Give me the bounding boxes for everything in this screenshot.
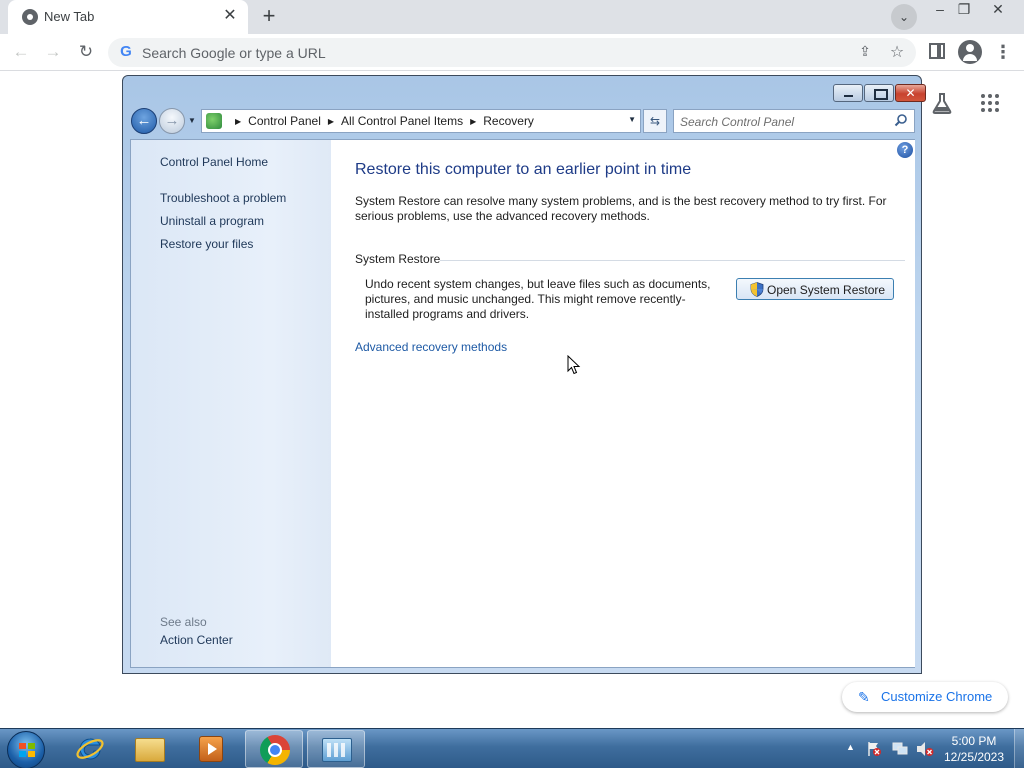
system-restore-heading: System Restore bbox=[355, 252, 441, 266]
network-icon[interactable] bbox=[892, 741, 908, 757]
tab-title: New Tab bbox=[44, 9, 95, 24]
system-clock[interactable]: 5:00 PM 12/25/2023 bbox=[936, 733, 1012, 765]
control-panel-home-link[interactable]: Control Panel Home bbox=[160, 155, 268, 169]
google-apps-icon[interactable] bbox=[981, 94, 999, 112]
search-icon[interactable] bbox=[894, 113, 908, 127]
start-button[interactable] bbox=[7, 731, 45, 768]
chrome-toolbar: ← → ↻ G Search Google or type a URL ⇪ ☆ … bbox=[0, 34, 1024, 71]
new-tab-button[interactable]: + bbox=[256, 4, 282, 30]
folder-icon bbox=[135, 738, 165, 762]
address-dropdown-icon[interactable]: ▼ bbox=[628, 115, 636, 124]
control-panel-task-icon bbox=[322, 738, 352, 762]
tab-search-button[interactable]: ⌄ bbox=[891, 4, 917, 30]
taskbar-google-chrome[interactable] bbox=[245, 730, 303, 768]
forward-arrow-icon[interactable]: → bbox=[41, 40, 65, 64]
window-maximize-button[interactable] bbox=[864, 84, 894, 102]
windows-taskbar: ▲ 5:00 PM 12/25/2023 bbox=[0, 728, 1024, 768]
action-center-flag-icon[interactable] bbox=[866, 741, 882, 757]
breadcrumb-item[interactable]: Control Panel bbox=[248, 114, 321, 128]
minimize-icon[interactable]: – bbox=[927, 0, 953, 18]
explorer-back-button[interactable]: ← bbox=[131, 108, 157, 134]
windows-logo-icon bbox=[19, 743, 35, 757]
intro-text: System Restore can resolve many system p… bbox=[355, 194, 887, 223]
breadcrumb-chevron-icon[interactable]: ▶ bbox=[328, 117, 334, 126]
search-input[interactable] bbox=[680, 114, 880, 130]
media-player-icon bbox=[199, 736, 223, 762]
breadcrumb: ▶ Control Panel ▶ All Control Panel Items ▶ R… bbox=[228, 114, 534, 128]
section-divider bbox=[440, 260, 905, 261]
help-icon[interactable]: ? bbox=[897, 142, 913, 158]
customize-chrome-button[interactable]: ✎ Customize Chrome bbox=[842, 682, 1008, 712]
pencil-icon: ✎ bbox=[858, 689, 870, 705]
chrome-favicon-icon bbox=[22, 9, 38, 25]
back-arrow-icon[interactable]: ← bbox=[9, 40, 33, 64]
clock-time: 5:00 PM bbox=[951, 734, 997, 748]
customize-chrome-label: Customize Chrome bbox=[881, 689, 993, 704]
reload-icon[interactable]: ↻ bbox=[74, 40, 98, 64]
open-system-restore-label: Open System Restore bbox=[767, 283, 886, 297]
window-minimize-button[interactable] bbox=[833, 84, 863, 102]
refresh-icon[interactable]: ⇆ bbox=[643, 109, 667, 133]
advanced-recovery-methods-link[interactable]: Advanced recovery methods bbox=[355, 340, 507, 354]
chrome-labs-flask-icon[interactable] bbox=[931, 92, 953, 114]
control-panel-content: Control Panel Home Troubleshoot a proble… bbox=[130, 139, 915, 668]
page-title: Restore this computer to an earlier poin… bbox=[355, 161, 692, 178]
task-link-restore-files[interactable]: Restore your files bbox=[160, 237, 253, 251]
recent-pages-dropdown-icon[interactable]: ▼ bbox=[188, 116, 198, 126]
breadcrumb-chevron-icon[interactable]: ▶ bbox=[235, 117, 241, 126]
breadcrumb-chevron-icon[interactable]: ▶ bbox=[470, 117, 476, 126]
task-pane: Control Panel Home Troubleshoot a proble… bbox=[131, 140, 331, 667]
share-icon[interactable]: ⇪ bbox=[856, 43, 874, 61]
bookmark-star-icon[interactable]: ☆ bbox=[888, 42, 906, 61]
clock-date: 12/25/2023 bbox=[943, 750, 1005, 764]
google-chrome-icon bbox=[260, 735, 290, 765]
system-restore-description: Undo recent system changes, but leave fi… bbox=[365, 277, 711, 321]
control-panel-icon bbox=[206, 113, 222, 129]
restore-icon[interactable]: ❐ bbox=[951, 0, 977, 18]
omnibox[interactable]: G Search Google or type a URL ⇪ ☆ bbox=[108, 38, 916, 67]
task-link-uninstall[interactable]: Uninstall a program bbox=[160, 214, 264, 228]
explorer-address-row: ← → ▼ ▶ Control Panel ▶ All Control Panel I… bbox=[131, 108, 915, 134]
close-window-icon[interactable]: ✕ bbox=[985, 0, 1011, 18]
window-close-button[interactable]: ✕ bbox=[895, 84, 926, 102]
task-link-troubleshoot[interactable]: Troubleshoot a problem bbox=[160, 191, 286, 205]
show-hidden-icons-icon[interactable]: ▲ bbox=[846, 742, 856, 752]
search-control-panel-field[interactable] bbox=[673, 109, 915, 133]
omnibox-placeholder: Search Google or type a URL bbox=[142, 45, 326, 61]
breadcrumb-item[interactable]: All Control Panel Items bbox=[341, 114, 463, 128]
chrome-tab-strip: New Tab ✕ + ⌄ – ❐ ✕ bbox=[0, 0, 1024, 34]
taskbar-control-panel[interactable] bbox=[307, 730, 365, 768]
address-bar[interactable]: ▶ Control Panel ▶ All Control Panel Items ▶ R… bbox=[201, 109, 641, 133]
taskbar-internet-explorer[interactable] bbox=[60, 730, 118, 768]
internet-explorer-icon bbox=[76, 738, 104, 760]
chrome-menu-icon[interactable]: ⋮ bbox=[994, 42, 1012, 62]
see-also-heading: See also bbox=[160, 615, 207, 629]
profile-avatar-icon[interactable] bbox=[958, 40, 982, 64]
open-system-restore-button[interactable]: Open System Restore bbox=[736, 278, 894, 300]
taskbar-windows-explorer[interactable] bbox=[121, 730, 179, 768]
show-desktop-button[interactable] bbox=[1014, 729, 1024, 768]
tab-new-tab[interactable]: New Tab ✕ bbox=[8, 0, 248, 34]
side-panel-icon[interactable] bbox=[929, 43, 945, 59]
google-g-icon: G bbox=[120, 43, 132, 60]
explorer-forward-button[interactable]: → bbox=[159, 108, 185, 134]
control-panel-window: ✕ ← → ▼ ▶ Control Panel ▶ All Control Panel… bbox=[122, 75, 926, 674]
uac-shield-icon bbox=[750, 282, 764, 297]
taskbar-media-player[interactable] bbox=[182, 730, 240, 768]
mouse-pointer-icon bbox=[567, 355, 581, 375]
close-tab-icon[interactable]: ✕ bbox=[220, 6, 240, 26]
breadcrumb-item[interactable]: Recovery bbox=[483, 114, 534, 128]
see-also-action-center-link[interactable]: Action Center bbox=[160, 633, 233, 647]
recovery-main-pane: ? Restore this computer to an earlier po… bbox=[332, 140, 915, 667]
volume-muted-icon[interactable] bbox=[916, 741, 934, 757]
